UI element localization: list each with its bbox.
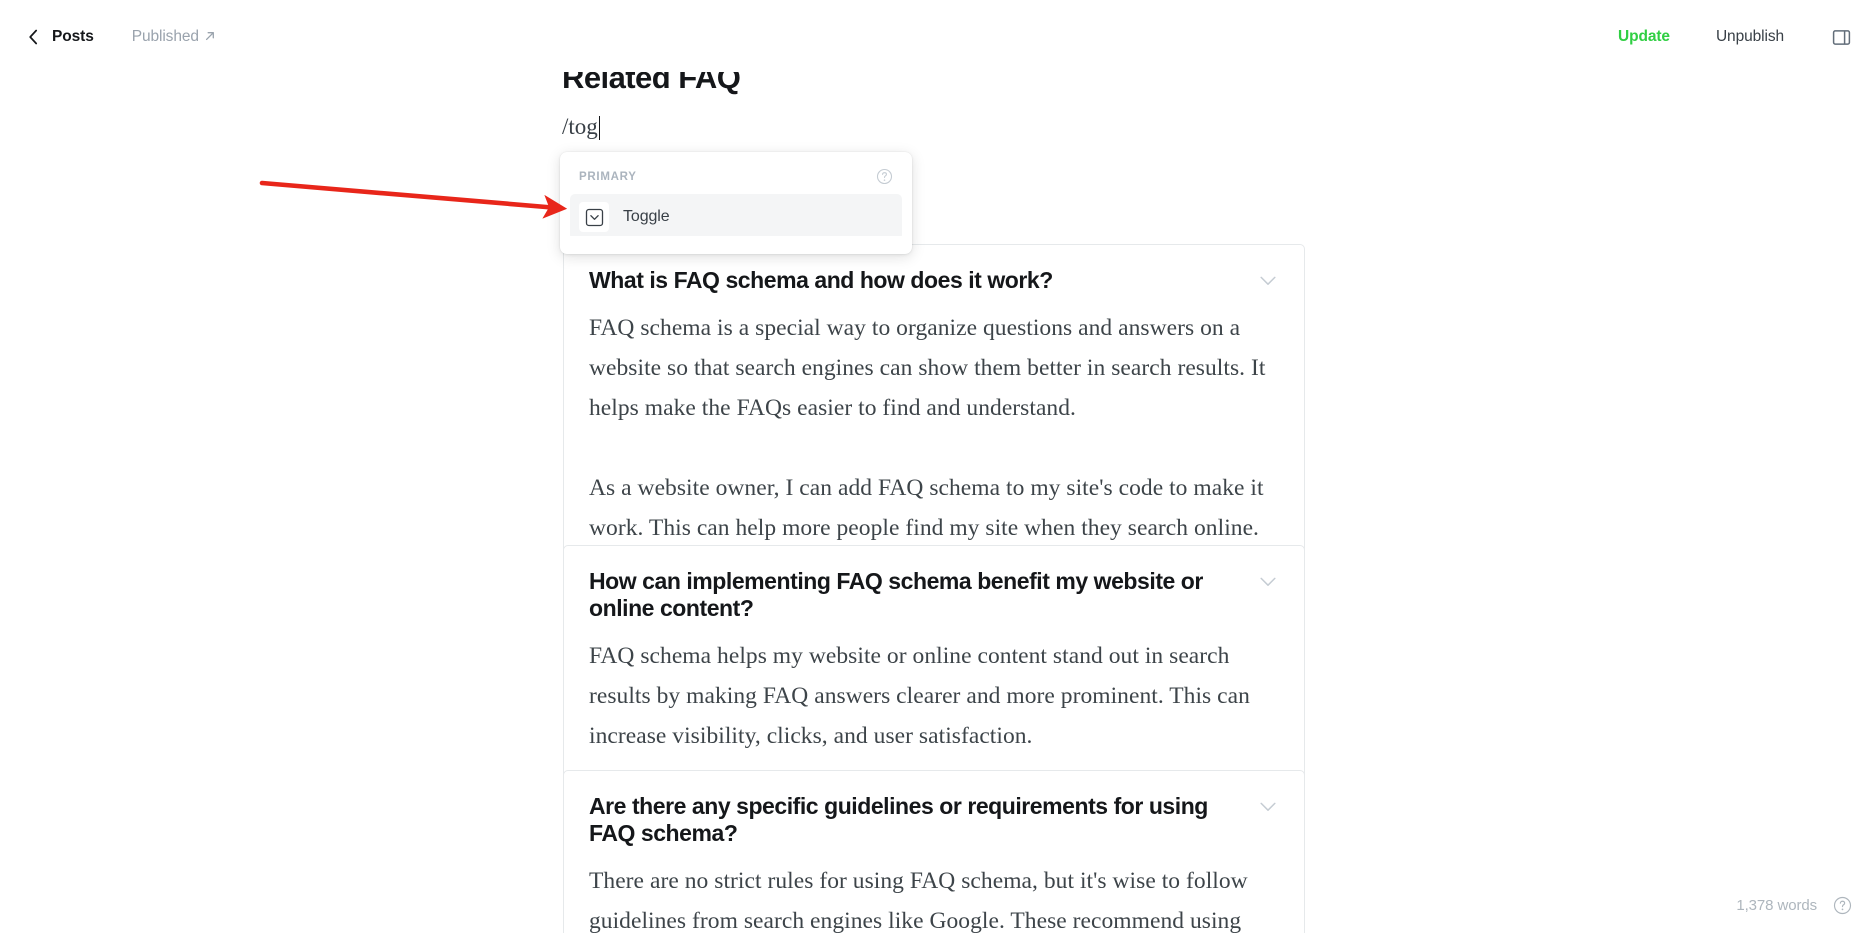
faq-card-header: What is FAQ schema and how does it work? [589,267,1279,294]
faq-card-header: How can implementing FAQ schema benefit … [589,568,1279,622]
top-bar-left-group: Posts Published [20,26,216,48]
menu-shadow-mask [560,236,912,246]
top-bar: Posts Published Update Unpublish [0,0,1872,72]
nav-published-link[interactable]: Published [132,28,216,46]
faq-question: What is FAQ schema and how does it work? [589,267,1053,293]
faq-card[interactable]: Are there any specific guidelines or req… [563,770,1305,933]
chevron-down-icon[interactable] [1257,796,1279,818]
top-bar-right-group: Update Unpublish [1604,24,1854,50]
slash-command-text: /tog [562,114,598,139]
faq-question: Are there any specific guidelines or req… [589,793,1208,846]
chevron-down-icon[interactable] [1257,270,1279,292]
faq-answer-body: There are no strict rules for using FAQ … [589,861,1279,933]
faq-card[interactable]: How can implementing FAQ schema benefit … [563,545,1305,781]
unpublish-button[interactable]: Unpublish [1702,25,1798,49]
chevron-down-icon[interactable] [1257,571,1279,593]
faq-answer-body: FAQ schema helps my website or online co… [589,636,1279,756]
nav-posts-link[interactable]: Posts [46,28,100,46]
slash-menu-item-toggle[interactable]: Toggle [570,194,902,240]
faq-question: How can implementing FAQ schema benefit … [589,568,1203,621]
faq-answer-paragraph: There are no strict rules for using FAQ … [589,868,1248,933]
post-editor-app: Posts Published Update Unpublish Related… [0,0,1872,933]
question-mark-circle-icon[interactable] [1833,896,1852,915]
update-button[interactable]: Update [1604,25,1684,49]
external-link-arrow-icon [204,30,216,42]
footer-status-bar: 1,378 words [1736,896,1852,915]
slash-menu-header: PRIMARY [570,162,902,194]
slash-command-line[interactable]: /tog [562,113,601,141]
faq-card[interactable]: What is FAQ schema and how does it work?… [563,244,1305,573]
faq-answer-paragraph: FAQ schema is a special way to organize … [589,315,1266,421]
chevron-left-icon[interactable] [20,26,46,48]
faq-answer-body: FAQ schema is a special way to organize … [589,308,1279,548]
toggle-chevron-box-icon [579,202,609,232]
sidebar-panel-icon[interactable] [1828,24,1854,50]
faq-card-header: Are there any specific guidelines or req… [589,793,1279,847]
nav-published-label: Published [131,28,199,45]
text-caret [598,116,601,140]
slash-menu-section-title: PRIMARY [579,170,637,183]
faq-answer-paragraph: As a website owner, I can add FAQ schema… [589,475,1264,541]
slash-menu-item-label: Toggle [623,208,670,225]
question-mark-circle-icon[interactable] [876,168,893,185]
word-count-label: 1,378 words [1736,897,1817,914]
faq-answer-paragraph: FAQ schema helps my website or online co… [589,643,1250,749]
editor-canvas[interactable]: functionality and effectiveness. Trust m… [0,0,1872,933]
